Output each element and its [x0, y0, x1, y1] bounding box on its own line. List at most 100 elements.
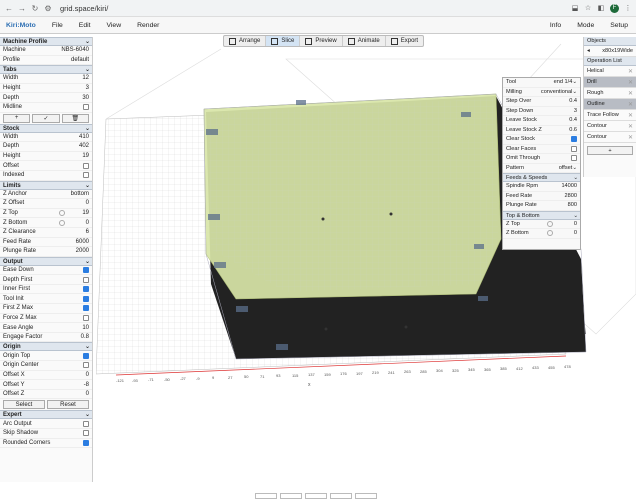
omit-through-checkbox[interactable]	[571, 155, 577, 162]
leave-stock-z-input[interactable]: 0.6	[563, 127, 577, 133]
step-over-input[interactable]: 0.4	[563, 98, 577, 104]
z-clearance-input[interactable]: 6	[75, 229, 89, 235]
spindle-rpm-input[interactable]: 14000	[561, 183, 577, 189]
engage-factor-input[interactable]: 0.8	[75, 334, 89, 340]
layer-slider[interactable]	[330, 493, 352, 499]
trash-icon[interactable]: 🗑	[61, 113, 89, 123]
tabs-width-input[interactable]: 12	[75, 75, 89, 81]
midline-checkbox[interactable]	[83, 104, 89, 111]
add-tab-button[interactable]: +	[3, 113, 31, 123]
first-z-max-checkbox[interactable]	[83, 305, 89, 312]
kebab-menu-icon[interactable]: ⋮	[624, 4, 632, 12]
add-operation-button[interactable]: +	[587, 146, 633, 155]
milling-select[interactable]: conventional	[541, 89, 572, 95]
op-item-helical[interactable]: Helical ✕	[584, 66, 636, 77]
arc-output-checkbox[interactable]	[83, 420, 89, 427]
back-icon[interactable]: ←	[4, 3, 14, 13]
object-item[interactable]: ◂ x80x19Wide	[584, 46, 636, 57]
op-z-bottom-input[interactable]: 0	[563, 230, 577, 236]
stock-indexed-checkbox[interactable]	[83, 172, 89, 179]
z-bottom-input[interactable]: 0	[75, 220, 89, 226]
op-item-contour[interactable]: Contour ✕	[584, 121, 636, 132]
forward-icon[interactable]: →	[17, 3, 27, 13]
section-machine-profile[interactable]: Machine Profile ⌄	[0, 37, 92, 46]
avatar[interactable]: F	[610, 3, 619, 13]
offset-y-input[interactable]: -8	[75, 382, 89, 388]
tool-init-checkbox[interactable]	[83, 295, 89, 302]
op-z-bottom-toggle[interactable]	[547, 230, 553, 237]
skip-shadow-checkbox[interactable]	[83, 430, 89, 437]
op-feed-rate-input[interactable]: 2800	[563, 193, 577, 199]
origin-center-checkbox[interactable]	[83, 362, 89, 369]
op-item-drill[interactable]: Drill ✕	[584, 77, 636, 88]
origin-top-checkbox[interactable]	[83, 352, 89, 359]
section-expert[interactable]: Expert ⌄	[0, 410, 92, 420]
menu-file[interactable]: File	[44, 22, 71, 29]
bookmark-icon[interactable]: ☆	[584, 4, 592, 12]
tabs-height-input[interactable]: 3	[75, 85, 89, 91]
address-bar[interactable]: grid.space/kiri/	[60, 4, 108, 13]
z-anchor-select[interactable]: bottom	[71, 191, 89, 197]
z-bottom-toggle[interactable]	[59, 219, 65, 226]
tabs-depth-input[interactable]: 30	[75, 95, 89, 101]
offset-z-input[interactable]: 0	[75, 391, 89, 397]
section-feeds-speeds[interactable]: Feeds & Speeds ⌄	[503, 173, 580, 182]
export-button[interactable]: Export	[386, 36, 423, 46]
layer-slider[interactable]	[280, 493, 302, 499]
op-item-contour-2[interactable]: Contour ✕	[584, 132, 636, 143]
clear-faces-checkbox[interactable]	[571, 145, 577, 152]
limits-feed-rate-input[interactable]: 6000	[75, 239, 89, 245]
stock-height-input[interactable]: 19	[75, 153, 89, 159]
stock-depth-input[interactable]: 402	[75, 143, 89, 149]
z-top-input[interactable]: 19	[75, 210, 89, 216]
menu-render[interactable]: Render	[129, 22, 167, 29]
extensions-icon[interactable]: ◧	[597, 4, 605, 12]
op-z-top-toggle[interactable]	[547, 220, 553, 227]
menu-info[interactable]: Info	[542, 22, 569, 29]
section-output[interactable]: Output ⌄	[0, 256, 92, 266]
menu-mode[interactable]: Mode	[569, 22, 602, 29]
app-brand[interactable]: Kiri:Moto	[0, 22, 44, 29]
z-offset-input[interactable]: 0	[75, 200, 89, 206]
op-plunge-rate-input[interactable]: 800	[563, 202, 577, 208]
limits-plunge-rate-input[interactable]: 2000	[75, 248, 89, 254]
rounded-corners-checkbox[interactable]	[83, 439, 89, 446]
layer-slider[interactable]	[255, 493, 277, 499]
menu-view[interactable]: View	[99, 22, 130, 29]
clear-stock-checkbox[interactable]	[571, 136, 577, 143]
slice-button[interactable]: Slice	[266, 36, 301, 46]
depth-first-checkbox[interactable]	[83, 276, 89, 283]
select-button[interactable]: Select	[3, 400, 45, 410]
profile-select[interactable]: default	[71, 57, 89, 63]
ease-down-checkbox[interactable]	[83, 266, 89, 273]
menu-setup[interactable]: Setup	[602, 22, 636, 29]
op-item-outline[interactable]: Outline ✕	[584, 99, 636, 110]
pattern-select[interactable]: offset	[559, 165, 573, 171]
leave-stock-input[interactable]: 0.4	[563, 117, 577, 123]
install-icon[interactable]: ⬓	[571, 4, 579, 12]
reset-button[interactable]: Reset	[47, 400, 89, 410]
menu-edit[interactable]: Edit	[71, 22, 99, 29]
arrange-button[interactable]: Arrange	[224, 36, 267, 46]
force-z-max-checkbox[interactable]	[83, 314, 89, 321]
section-origin[interactable]: Origin ⌄	[0, 342, 92, 352]
reload-icon[interactable]: ↻	[30, 3, 40, 13]
ease-angle-input[interactable]: 10	[75, 325, 89, 331]
section-top-bottom[interactable]: Top & Bottom ⌄	[503, 210, 580, 220]
layer-slider[interactable]	[355, 493, 377, 499]
op-item-trace-follow[interactable]: Trace Follow ✕	[584, 110, 636, 121]
preview-button[interactable]: Preview	[300, 36, 343, 46]
section-tabs[interactable]: Tabs ⌄	[0, 65, 92, 75]
op-z-top-input[interactable]: 0	[563, 221, 577, 227]
tool-select[interactable]: end 1/4	[554, 79, 573, 85]
op-item-rough[interactable]: Rough ✕	[584, 88, 636, 99]
section-stock[interactable]: Stock ⌄	[0, 123, 92, 133]
section-limits[interactable]: Limits ⌄	[0, 180, 92, 190]
machine-select[interactable]: NBS-6040	[61, 47, 89, 53]
layer-slider[interactable]	[305, 493, 327, 499]
offset-x-input[interactable]: 0	[75, 372, 89, 378]
stock-offset-checkbox[interactable]	[83, 162, 89, 169]
site-info-icon[interactable]: ⚙	[43, 3, 53, 13]
inner-first-checkbox[interactable]	[83, 286, 89, 293]
stock-width-input[interactable]: 410	[75, 134, 89, 140]
